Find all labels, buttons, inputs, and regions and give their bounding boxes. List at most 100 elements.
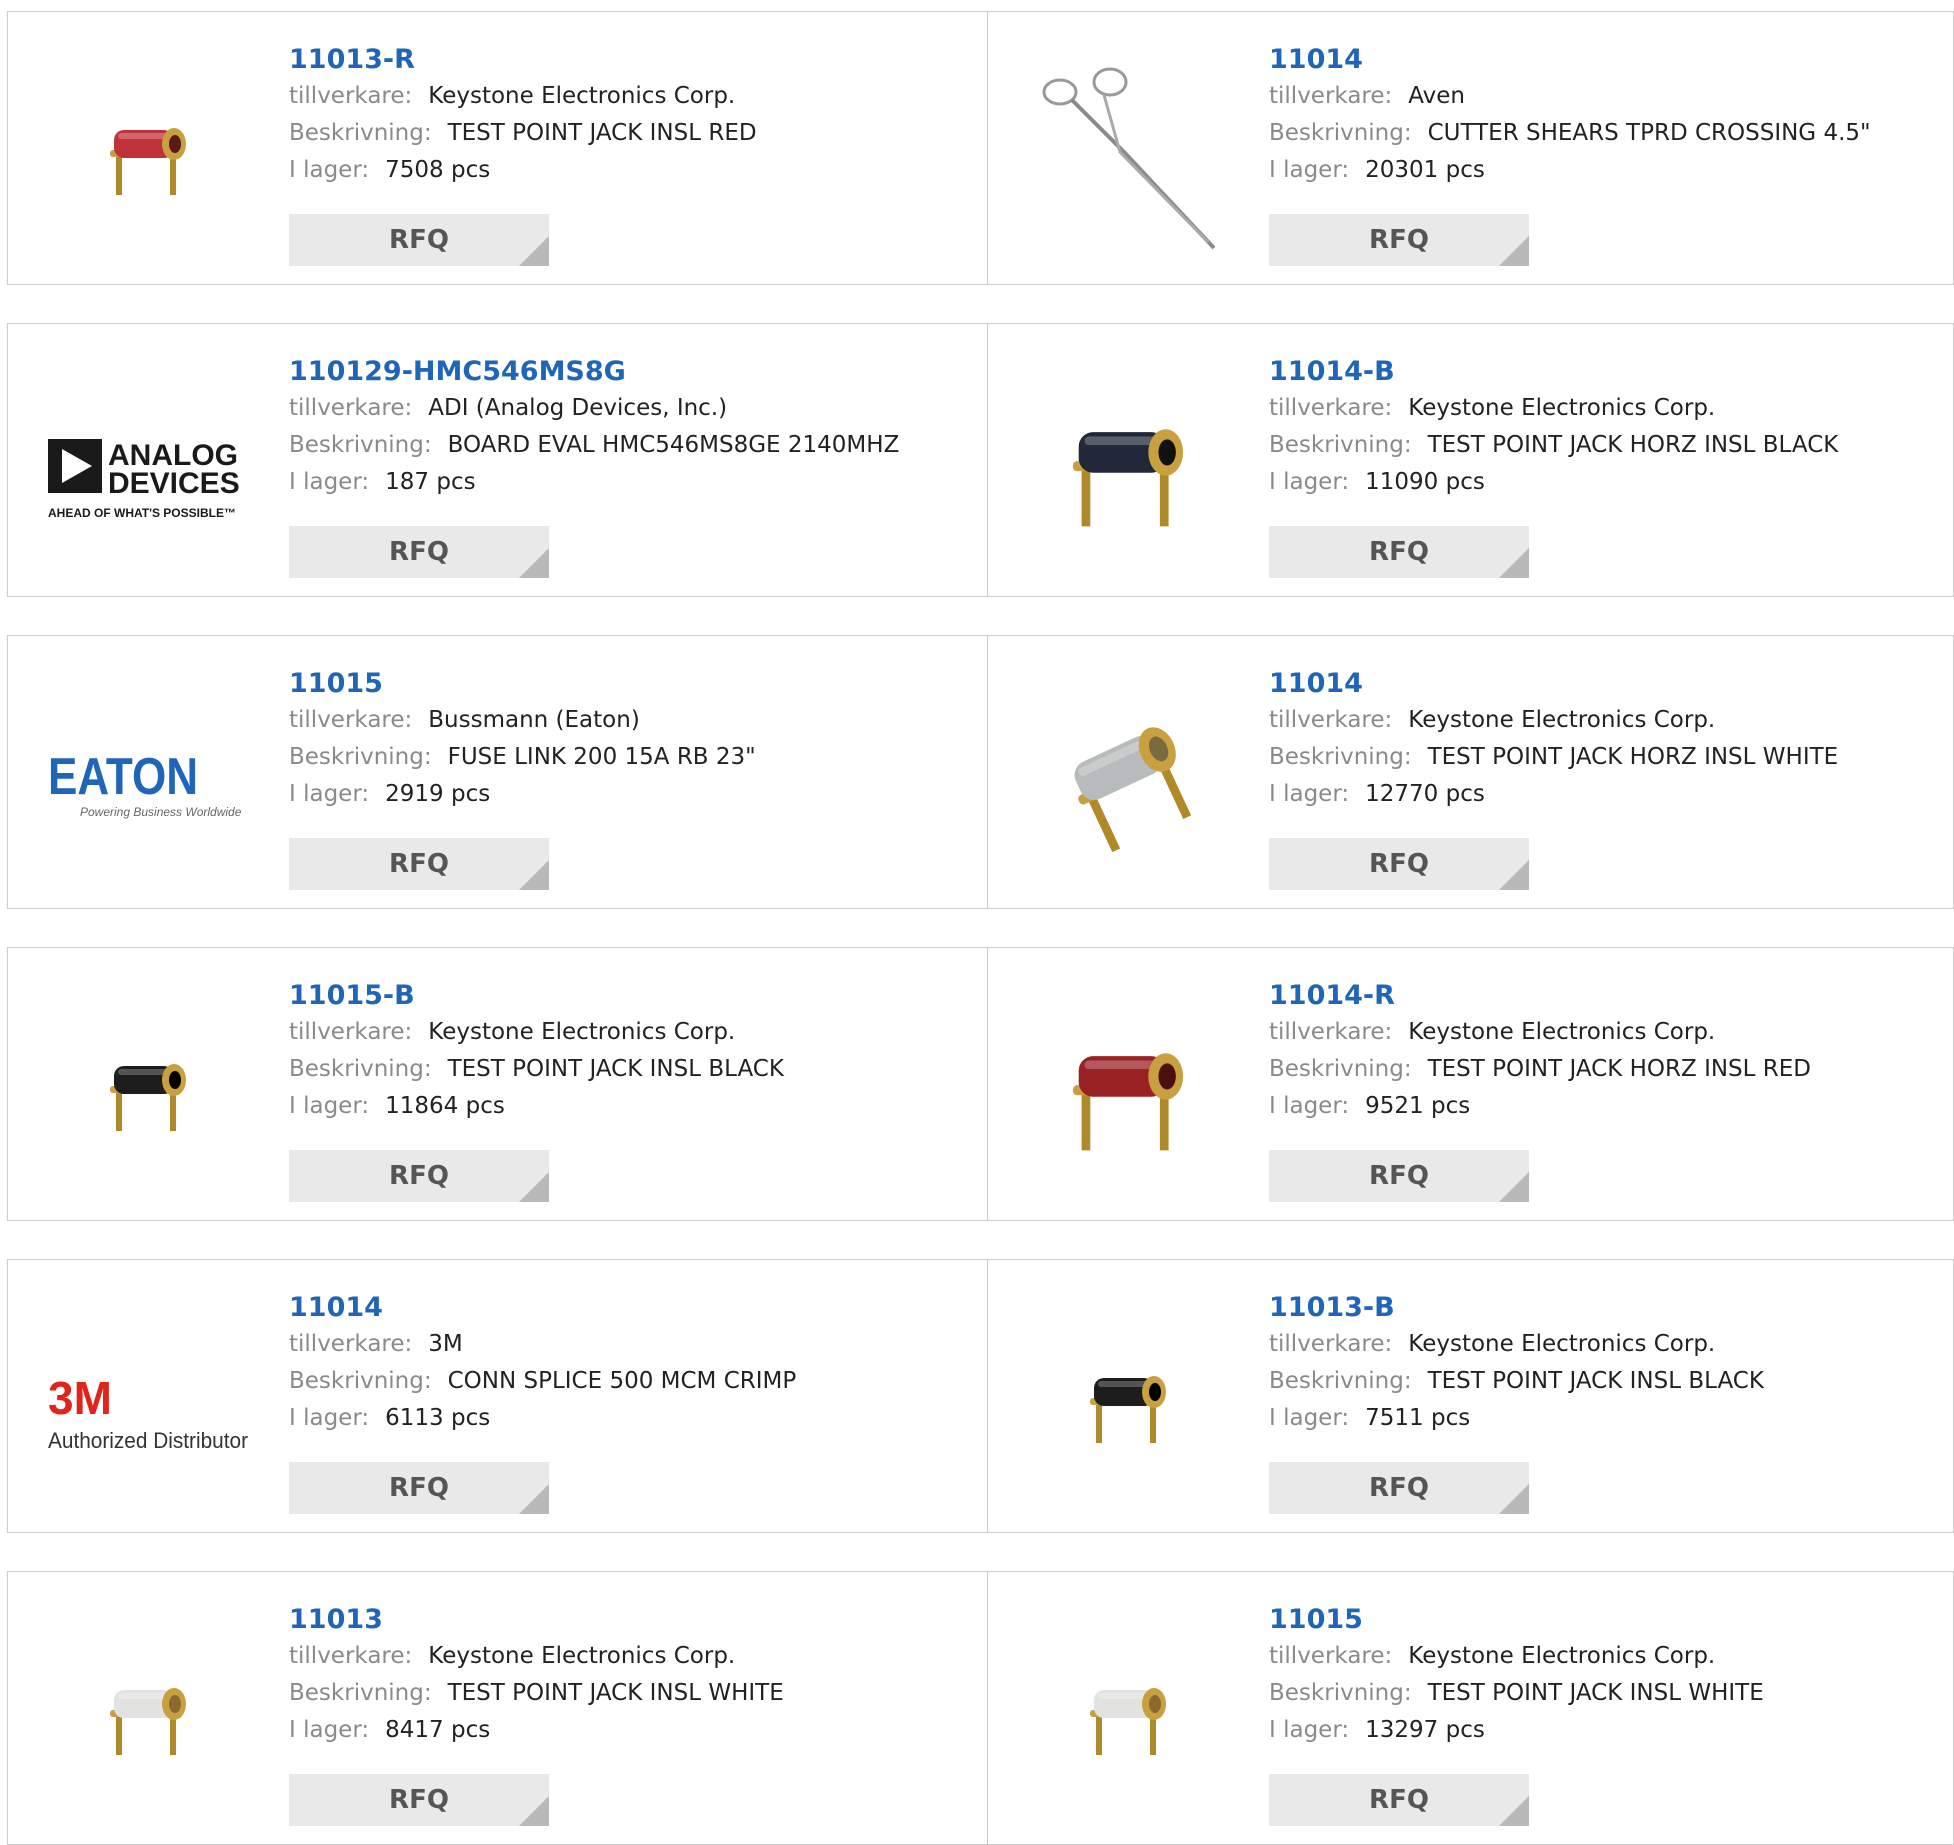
- product-card: 11013-B tillverkare: Keystone Electronics…: [987, 1260, 1953, 1532]
- product-image[interactable]: [1028, 1300, 1228, 1500]
- product-card: 11015 tillverkare: Keystone Electronics C…: [987, 1572, 1953, 1844]
- stock-line: I lager: 2919 pcs: [289, 776, 756, 813]
- rfq-button[interactable]: RFQ: [289, 526, 549, 578]
- manufacturer-line: tillverkare: Keystone Electronics Corp.: [1269, 1638, 1764, 1675]
- rfq-label: RFQ: [389, 1473, 449, 1503]
- part-number-link[interactable]: 110129-HMC546MS8G: [289, 354, 899, 390]
- svg-text:3M: 3M: [48, 1372, 112, 1424]
- part-number-link[interactable]: 11015-B: [289, 978, 784, 1014]
- product-image[interactable]: EATON Powering Business Worldwide: [48, 676, 248, 876]
- rfq-label: RFQ: [389, 537, 449, 567]
- part-number-link[interactable]: 11015: [289, 666, 756, 702]
- product-image[interactable]: [1028, 1612, 1228, 1812]
- rfq-label: RFQ: [389, 225, 449, 255]
- product-image[interactable]: ANALOG DEVICES AHEAD OF WHAT'S POSSIBLE™: [48, 364, 248, 564]
- product-image[interactable]: [1028, 676, 1228, 876]
- part-number-link[interactable]: 11013-R: [289, 42, 757, 78]
- description-line: Beskrivning: TEST POINT JACK INSL BLACK: [289, 1051, 784, 1088]
- stock-line: I lager: 8417 pcs: [289, 1712, 784, 1749]
- product-image[interactable]: [1028, 364, 1228, 564]
- rfq-button[interactable]: RFQ: [1269, 1774, 1529, 1826]
- manufacturer-value: Keystone Electronics Corp.: [1408, 707, 1716, 733]
- stock-value: 187 pcs: [385, 469, 476, 495]
- manufacturer-label: tillverkare:: [289, 395, 413, 421]
- description-value: TEST POINT JACK INSL RED: [447, 120, 757, 146]
- description-line: Beskrivning: CONN SPLICE 500 MCM CRIMP: [289, 1363, 796, 1400]
- rfq-button[interactable]: RFQ: [289, 1150, 549, 1202]
- description-line: Beskrivning: TEST POINT JACK HORZ INSL WH…: [1269, 739, 1838, 776]
- svg-text:Authorized Distributor: Authorized Distributor: [48, 1428, 248, 1453]
- manufacturer-label: tillverkare:: [289, 707, 413, 733]
- product-image[interactable]: [1028, 988, 1228, 1188]
- description-value: BOARD EVAL HMC546MS8GE 2140MHZ: [447, 432, 900, 458]
- rfq-label: RFQ: [1369, 1473, 1429, 1503]
- part-number-link[interactable]: 11014: [1269, 666, 1838, 702]
- product-image[interactable]: 3M Authorized Distributor: [48, 1300, 248, 1500]
- product-card: 11014 tillverkare: Aven Beskrivning: CUTTE…: [987, 12, 1953, 284]
- product-image[interactable]: [1028, 52, 1228, 252]
- product-grid: 11013-R tillverkare: Keystone Electronics…: [0, 0, 1954, 1845]
- description-label: Beskrivning:: [289, 744, 432, 770]
- manufacturer-line: tillverkare: Bussmann (Eaton): [289, 702, 756, 739]
- part-number-link[interactable]: 11015: [1269, 1602, 1764, 1638]
- rfq-button[interactable]: RFQ: [289, 838, 549, 890]
- stock-label: I lager:: [1269, 1717, 1350, 1743]
- product-image[interactable]: [48, 1612, 248, 1812]
- manufacturer-line: tillverkare: Keystone Electronics Corp.: [289, 1014, 784, 1051]
- manufacturer-line: tillverkare: Keystone Electronics Corp.: [1269, 1326, 1764, 1363]
- rfq-button[interactable]: RFQ: [1269, 838, 1529, 890]
- part-number-link[interactable]: 11013-B: [1269, 1290, 1764, 1326]
- description-label: Beskrivning:: [289, 432, 432, 458]
- rfq-label: RFQ: [1369, 225, 1429, 255]
- part-number-link[interactable]: 11014-R: [1269, 978, 1811, 1014]
- product-card: EATON Powering Business Worldwide 11015 …: [8, 636, 987, 908]
- test-jack-black-image: [48, 988, 248, 1188]
- rfq-button[interactable]: RFQ: [1269, 1150, 1529, 1202]
- product-card: 11013 tillverkare: Keystone Electronics C…: [8, 1572, 987, 1844]
- manufacturer-label: tillverkare:: [289, 1643, 413, 1669]
- description-label: Beskrivning:: [289, 1680, 432, 1706]
- manufacturer-label: tillverkare:: [1269, 395, 1393, 421]
- rfq-button[interactable]: RFQ: [1269, 526, 1529, 578]
- svg-text:EATON: EATON: [48, 748, 198, 806]
- rfq-button[interactable]: RFQ: [289, 1774, 549, 1826]
- description-line: Beskrivning: FUSE LINK 200 15A RB 23": [289, 739, 756, 776]
- rfq-button[interactable]: RFQ: [289, 214, 549, 266]
- product-image[interactable]: [48, 52, 248, 252]
- manufacturer-line: tillverkare: Aven: [1269, 78, 1871, 115]
- manufacturer-value: 3M: [428, 1331, 463, 1357]
- description-value: CONN SPLICE 500 MCM CRIMP: [447, 1368, 797, 1394]
- stock-value: 6113 pcs: [385, 1405, 491, 1431]
- part-number-link[interactable]: 11014-B: [1269, 354, 1838, 390]
- stock-line: I lager: 9521 pcs: [1269, 1088, 1811, 1125]
- stock-line: I lager: 12770 pcs: [1269, 776, 1838, 813]
- test-jack-black-image: [1028, 364, 1228, 564]
- description-value: TEST POINT JACK INSL WHITE: [1427, 1680, 1764, 1706]
- rfq-button[interactable]: RFQ: [289, 1462, 549, 1514]
- svg-text:DEVICES: DEVICES: [108, 467, 240, 500]
- part-number-link[interactable]: 11014: [1269, 42, 1871, 78]
- rfq-button[interactable]: RFQ: [1269, 214, 1529, 266]
- description-value: TEST POINT JACK INSL BLACK: [1427, 1368, 1764, 1394]
- description-line: Beskrivning: TEST POINT JACK INSL RED: [289, 115, 757, 152]
- manufacturer-line: tillverkare: ADI (Analog Devices, Inc.): [289, 390, 899, 427]
- part-number-link[interactable]: 11013: [289, 1602, 784, 1638]
- description-label: Beskrivning:: [1269, 120, 1412, 146]
- description-line: Beskrivning: CUTTER SHEARS TPRD CROSSING …: [1269, 115, 1871, 152]
- part-number-link[interactable]: 11014: [289, 1290, 796, 1326]
- product-row: EATON Powering Business Worldwide 11015 …: [7, 635, 1954, 909]
- eaton-logo: EATON Powering Business Worldwide: [48, 676, 248, 876]
- product-card: 11013-R tillverkare: Keystone Electronics…: [8, 12, 987, 284]
- manufacturer-value: Keystone Electronics Corp.: [1408, 1331, 1716, 1357]
- description-label: Beskrivning:: [1269, 432, 1412, 458]
- manufacturer-label: tillverkare:: [289, 83, 413, 109]
- stock-label: I lager:: [289, 781, 370, 807]
- product-row: 11015-B tillverkare: Keystone Electronics…: [7, 947, 1954, 1221]
- description-label: Beskrivning:: [1269, 1368, 1412, 1394]
- stock-line: I lager: 11864 pcs: [289, 1088, 784, 1125]
- product-image[interactable]: [48, 988, 248, 1188]
- description-label: Beskrivning:: [289, 1056, 432, 1082]
- stock-label: I lager:: [1269, 781, 1350, 807]
- manufacturer-value: Keystone Electronics Corp.: [1408, 1019, 1716, 1045]
- rfq-button[interactable]: RFQ: [1269, 1462, 1529, 1514]
